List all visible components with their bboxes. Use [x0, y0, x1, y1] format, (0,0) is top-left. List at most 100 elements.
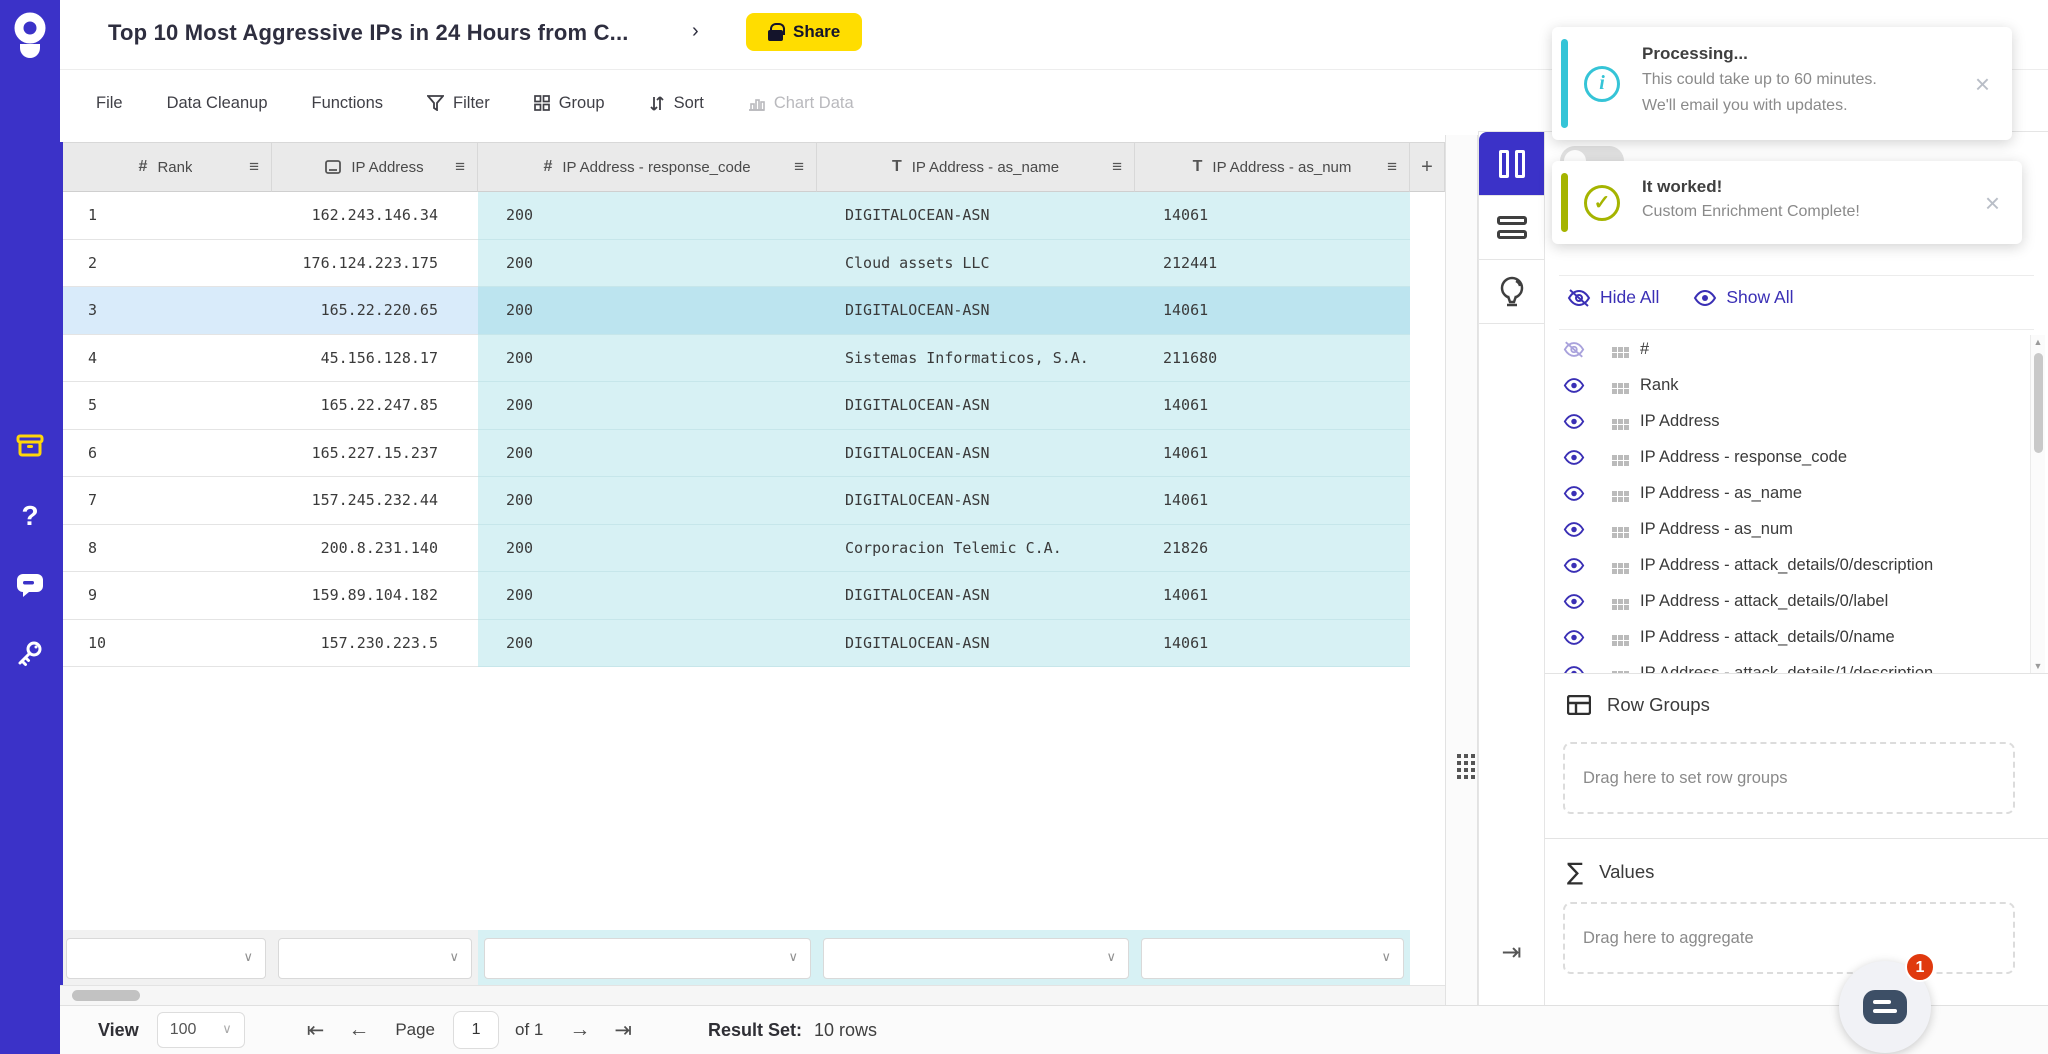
table-cell[interactable]: 7 [60, 477, 272, 525]
table-row[interactable]: 9159.89.104.182200DIGITALOCEAN-ASN14061 [60, 572, 1410, 620]
drag-handle-icon[interactable] [1613, 348, 1616, 351]
menu-data-cleanup[interactable]: Data Cleanup [167, 94, 268, 113]
menu-file[interactable]: File [96, 94, 123, 113]
drag-handle-icon[interactable] [1613, 600, 1616, 603]
drag-handle-icon[interactable] [1613, 456, 1616, 459]
field-row[interactable]: IP Address - attack_details/0/descriptio… [1545, 547, 2027, 583]
add-column-button[interactable]: + [1410, 142, 1445, 192]
feedback-chat-icon[interactable] [0, 572, 60, 603]
row-groups-dropzone[interactable]: Drag here to set row groups [1563, 742, 2015, 814]
eye-icon[interactable] [1563, 485, 1589, 502]
table-cell[interactable]: 212441 [1135, 240, 1410, 288]
column-menu-icon[interactable]: ≡ [1112, 157, 1122, 177]
chat-launcher-button[interactable]: 1 [1839, 961, 1931, 1053]
table-cell[interactable]: 21826 [1135, 525, 1410, 573]
field-row[interactable]: Rank [1545, 367, 2027, 403]
next-page-button[interactable]: → [569, 1018, 590, 1042]
horizontal-scrollbar[interactable] [60, 985, 1445, 1005]
table-cell[interactable]: 211680 [1135, 335, 1410, 383]
drag-handle-icon[interactable] [1613, 492, 1616, 495]
field-row[interactable]: IP Address - attack_details/1/descriptio… [1545, 655, 2027, 673]
table-cell[interactable]: 6 [60, 430, 272, 478]
table-cell[interactable]: 14061 [1135, 192, 1410, 240]
share-button[interactable]: Share [746, 13, 862, 51]
table-cell[interactable]: 14061 [1135, 572, 1410, 620]
eye-icon[interactable] [1563, 413, 1589, 430]
table-cell[interactable]: 176.124.223.175 [272, 240, 478, 288]
gigasheet-logo-icon[interactable] [10, 12, 50, 64]
table-cell[interactable]: 200 [478, 430, 817, 478]
collapse-panel-button[interactable]: ⇥ [1479, 938, 1544, 967]
column-header[interactable]: TIP Address - as_num≡ [1135, 142, 1410, 192]
table-cell[interactable]: 157.230.223.5 [272, 620, 478, 668]
table-cell[interactable]: DIGITALOCEAN-ASN [817, 287, 1135, 335]
table-row[interactable]: 1162.243.146.34200DIGITALOCEAN-ASN14061 [60, 192, 1410, 240]
table-cell[interactable]: 162.243.146.34 [272, 192, 478, 240]
eye-icon[interactable] [1563, 377, 1589, 394]
table-row[interactable]: 10157.230.223.5200DIGITALOCEAN-ASN14061 [60, 620, 1410, 668]
page-size-select[interactable]: 100 [157, 1012, 245, 1048]
scroll-up-arrow-icon[interactable]: ▲ [2032, 337, 2044, 347]
eye-icon[interactable] [1563, 449, 1589, 466]
field-row[interactable]: IP Address - attack_details/0/name [1545, 619, 2027, 655]
table-row[interactable]: 6165.227.15.237200DIGITALOCEAN-ASN14061 [60, 430, 1410, 478]
table-cell[interactable]: 10 [60, 620, 272, 668]
table-row[interactable]: 5165.22.247.85200DIGITALOCEAN-ASN14061 [60, 382, 1410, 430]
table-cell[interactable]: 200 [478, 335, 817, 383]
table-row[interactable]: 445.156.128.17200Sistemas Informaticos, … [60, 335, 1410, 383]
menu-group[interactable]: Group [534, 94, 605, 113]
first-page-button[interactable]: ⇤ [307, 1018, 325, 1043]
table-row[interactable]: 7157.245.232.44200DIGITALOCEAN-ASN14061 [60, 477, 1410, 525]
table-cell[interactable]: DIGITALOCEAN-ASN [817, 620, 1135, 668]
table-cell[interactable]: 165.22.220.65 [272, 287, 478, 335]
column-menu-icon[interactable]: ≡ [249, 157, 259, 177]
table-cell[interactable]: 200 [478, 240, 817, 288]
table-cell[interactable]: 157.245.232.44 [272, 477, 478, 525]
menu-filter[interactable]: Filter [427, 94, 490, 113]
hide-all-button[interactable]: Hide All [1567, 287, 1659, 308]
column-header[interactable]: TIP Address - as_name≡ [817, 142, 1135, 192]
table-cell[interactable]: 5 [60, 382, 272, 430]
column-header[interactable]: #Rank≡ [60, 142, 272, 192]
menu-sort[interactable]: Sort [649, 94, 704, 113]
close-icon[interactable]: × [1975, 71, 1990, 97]
show-all-button[interactable]: Show All [1693, 287, 1793, 308]
column-menu-icon[interactable]: ≡ [455, 157, 465, 177]
column-menu-icon[interactable]: ≡ [1387, 157, 1397, 177]
drag-handle-icon[interactable] [1613, 420, 1616, 423]
table-cell[interactable]: 165.227.15.237 [272, 430, 478, 478]
title-expand-chevron-icon[interactable]: › [692, 20, 699, 43]
table-row[interactable]: 3165.22.220.65200DIGITALOCEAN-ASN14061 [60, 287, 1410, 335]
table-cell[interactable]: 200 [478, 192, 817, 240]
eye-icon[interactable] [1563, 593, 1589, 610]
field-row[interactable]: IP Address - as_name [1545, 475, 2027, 511]
table-row[interactable]: 8200.8.231.140200Corporacion Telemic C.A… [60, 525, 1410, 573]
aggregation-select[interactable] [278, 938, 472, 979]
table-cell[interactable]: 14061 [1135, 382, 1410, 430]
help-icon[interactable]: ? [0, 500, 60, 532]
panel-resize-handle[interactable] [1445, 135, 1478, 1005]
table-cell[interactable]: DIGITALOCEAN-ASN [817, 382, 1135, 430]
table-cell[interactable]: DIGITALOCEAN-ASN [817, 572, 1135, 620]
aggregation-select[interactable] [1141, 938, 1404, 979]
table-cell[interactable]: DIGITALOCEAN-ASN [817, 430, 1135, 478]
table-cell[interactable]: 1 [60, 192, 272, 240]
table-cell[interactable]: 200 [478, 382, 817, 430]
table-cell[interactable]: 165.22.247.85 [272, 382, 478, 430]
values-dropzone[interactable]: Drag here to aggregate [1563, 902, 2015, 974]
table-cell[interactable]: 2 [60, 240, 272, 288]
api-key-icon[interactable] [0, 638, 60, 673]
library-icon[interactable] [0, 432, 60, 465]
table-cell[interactable]: 3 [60, 287, 272, 335]
field-row[interactable]: IP Address - as_num [1545, 511, 2027, 547]
table-cell[interactable]: 159.89.104.182 [272, 572, 478, 620]
field-row[interactable]: IP Address - response_code [1545, 439, 2027, 475]
column-header[interactable]: IP Address≡ [272, 142, 478, 192]
table-cell[interactable]: DIGITALOCEAN-ASN [817, 477, 1135, 525]
table-cell[interactable]: 200 [478, 287, 817, 335]
drag-handle-icon[interactable] [1613, 636, 1616, 639]
field-list-scrollbar[interactable]: ▲ ▼ [2030, 335, 2045, 673]
tab-rows[interactable] [1479, 196, 1544, 260]
table-cell[interactable]: 45.156.128.17 [272, 335, 478, 383]
table-cell[interactable]: Corporacion Telemic C.A. [817, 525, 1135, 573]
